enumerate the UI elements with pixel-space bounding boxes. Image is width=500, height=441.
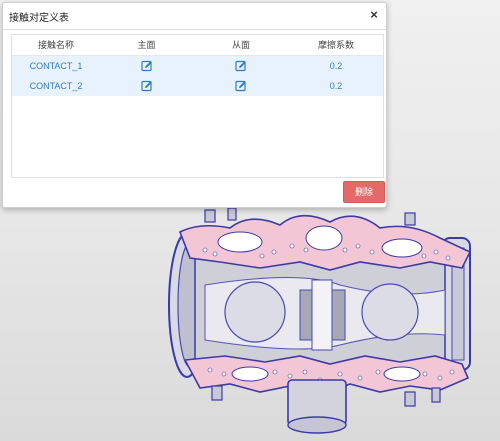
table-header: 接触名称 主面 从面 摩擦系数 bbox=[12, 35, 383, 56]
table-row[interactable]: CONTACT_2 0.2 bbox=[12, 76, 383, 96]
edit-icon[interactable] bbox=[140, 80, 153, 92]
table-row[interactable]: CONTACT_1 0.2 bbox=[12, 56, 383, 76]
dialog-title: 接触对定义表 bbox=[9, 13, 69, 24]
friction-value: 0.2 bbox=[329, 61, 343, 71]
column-header-slave: 从面 bbox=[231, 40, 250, 50]
dialog-header: 接触对定义表 × bbox=[3, 3, 386, 30]
edit-icon[interactable] bbox=[140, 60, 153, 72]
friction-value: 0.2 bbox=[329, 81, 343, 91]
contact-pair-table: 接触名称 主面 从面 摩擦系数 CONTACT_1 0.2 CONTACT_2 … bbox=[11, 34, 384, 178]
column-header-master: 主面 bbox=[137, 40, 156, 50]
close-icon[interactable]: × bbox=[367, 7, 381, 23]
contact-name: CONTACT_1 bbox=[29, 61, 83, 71]
delete-button[interactable]: 删除 bbox=[343, 181, 385, 203]
column-header-friction: 摩擦系数 bbox=[317, 40, 354, 50]
contact-name: CONTACT_2 bbox=[29, 81, 83, 91]
edit-icon[interactable] bbox=[235, 60, 247, 72]
contact-pair-dialog: 接触对定义表 × 接触名称 主面 从面 摩擦系数 CONTACT_1 0.2 C… bbox=[2, 2, 387, 208]
column-header-name: 接触名称 bbox=[37, 40, 74, 50]
edit-icon[interactable] bbox=[235, 80, 247, 92]
